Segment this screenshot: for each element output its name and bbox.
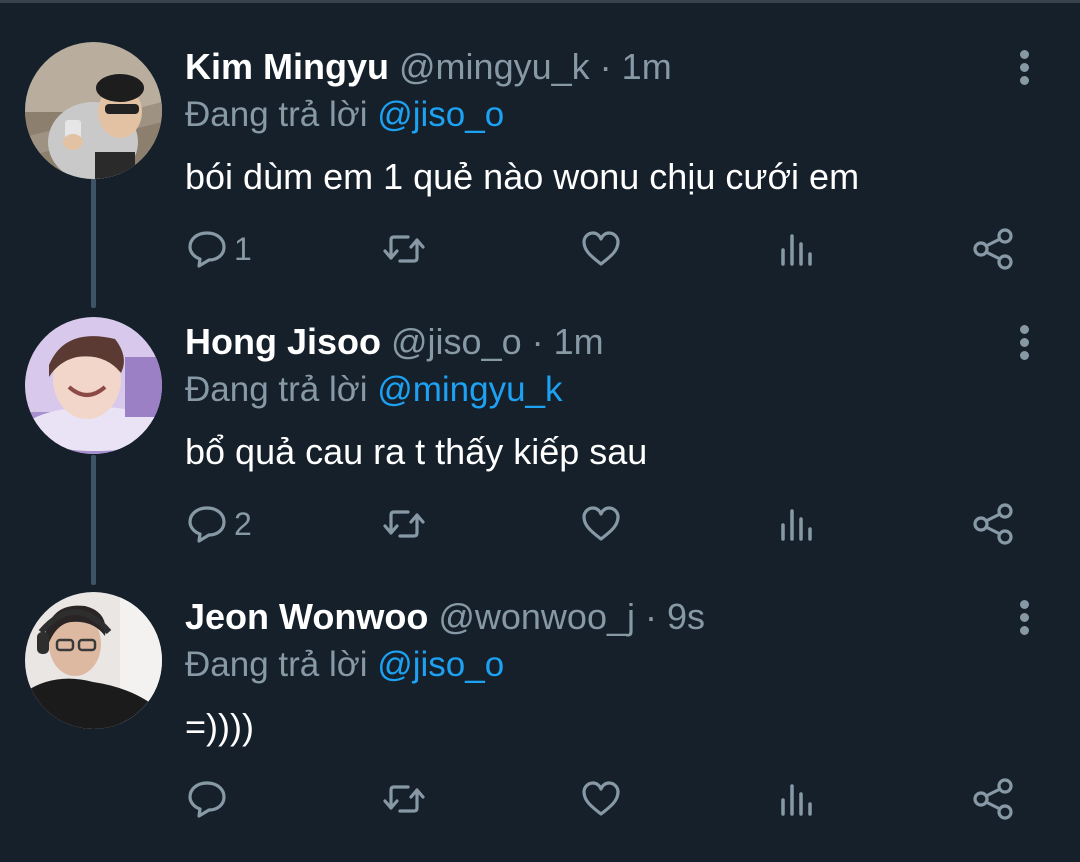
tweet[interactable]: Jeon Wonwoo @wonwoo_j · 9s Đang trả lời … (0, 592, 1080, 862)
reply-button[interactable]: 2 (186, 502, 252, 546)
tweet-header: Hong Jisoo @jiso_o · 1m (185, 317, 604, 367)
more-options-icon[interactable] (1010, 598, 1040, 638)
timestamp[interactable]: 9s (667, 596, 705, 637)
tweet-text: bổ quả cau ra t thấy kiếp sau (185, 431, 648, 472)
more-options-icon[interactable] (1010, 48, 1040, 88)
mention-link[interactable]: @jiso_o (377, 95, 504, 134)
replying-to: Đang trả lời @mingyu_k (185, 365, 563, 415)
like-icon (582, 231, 620, 266)
mention-link[interactable]: @mingyu_k (377, 370, 562, 409)
display-name[interactable]: Kim Mingyu (185, 46, 389, 87)
analytics-button[interactable] (778, 777, 818, 821)
avatar[interactable] (25, 592, 162, 729)
retweet-button[interactable] (382, 502, 426, 546)
action-bar: 1 (0, 227, 1080, 277)
retweet-button[interactable] (382, 227, 426, 271)
user-handle[interactable]: @wonwoo_j (438, 596, 635, 637)
share-button[interactable] (972, 227, 1016, 271)
mention-link[interactable]: @jiso_o (377, 645, 504, 684)
tweet-header: Jeon Wonwoo @wonwoo_j · 9s (185, 592, 705, 642)
retweet-icon (383, 785, 425, 813)
reply-count: 1 (234, 231, 252, 267)
replying-prefix: Đang trả lời (185, 95, 368, 134)
like-button[interactable] (580, 502, 622, 546)
analytics-button[interactable] (778, 502, 818, 546)
share-icon (973, 503, 1013, 545)
share-icon (973, 778, 1013, 820)
retweet-button[interactable] (382, 777, 426, 821)
tweet-text: bói dùm em 1 quẻ nào wonu chịu cưới em (185, 156, 860, 197)
separator-dot: · (645, 596, 658, 637)
tweet[interactable]: Kim Mingyu @mingyu_k · 1m Đang trả lời @… (0, 42, 1080, 312)
timestamp[interactable]: 1m (554, 321, 604, 362)
display-name[interactable]: Jeon Wonwoo (185, 596, 428, 637)
separator-dot: · (531, 321, 544, 362)
reply-button[interactable]: 1 (186, 227, 252, 271)
share-button[interactable] (972, 502, 1016, 546)
action-bar: 2 (0, 502, 1080, 552)
separator-dot: · (599, 46, 612, 87)
reply-count: 2 (234, 506, 252, 542)
like-icon (582, 781, 620, 816)
tweet-header: Kim Mingyu @mingyu_k · 1m (185, 42, 672, 92)
avatar[interactable] (25, 317, 162, 454)
analytics-icon (781, 234, 812, 266)
avatar[interactable] (25, 42, 162, 179)
tweet[interactable]: Hong Jisoo @jiso_o · 1m Đang trả lời @mi… (0, 317, 1080, 587)
reply-icon (188, 506, 226, 543)
replying-prefix: Đang trả lời (185, 370, 368, 409)
reply-icon (188, 781, 226, 818)
like-icon (582, 506, 620, 541)
top-divider (0, 0, 1080, 3)
share-button[interactable] (972, 777, 1016, 821)
reply-icon (188, 231, 226, 268)
tweet-text: =)))) (185, 706, 254, 747)
analytics-button[interactable] (778, 227, 818, 271)
more-options-icon[interactable] (1010, 323, 1040, 363)
analytics-icon (781, 509, 812, 541)
timestamp[interactable]: 1m (622, 46, 672, 87)
replying-to: Đang trả lời @jiso_o (185, 640, 504, 690)
analytics-icon (781, 784, 812, 816)
like-button[interactable] (580, 777, 622, 821)
reply-button[interactable] (186, 777, 234, 821)
replying-to: Đang trả lời @jiso_o (185, 90, 504, 140)
user-handle[interactable]: @jiso_o (391, 321, 522, 362)
retweet-icon (383, 235, 425, 263)
action-bar (0, 777, 1080, 827)
replying-prefix: Đang trả lời (185, 645, 368, 684)
display-name[interactable]: Hong Jisoo (185, 321, 381, 362)
share-icon (973, 228, 1013, 270)
like-button[interactable] (580, 227, 622, 271)
retweet-icon (383, 510, 425, 538)
user-handle[interactable]: @mingyu_k (399, 46, 590, 87)
